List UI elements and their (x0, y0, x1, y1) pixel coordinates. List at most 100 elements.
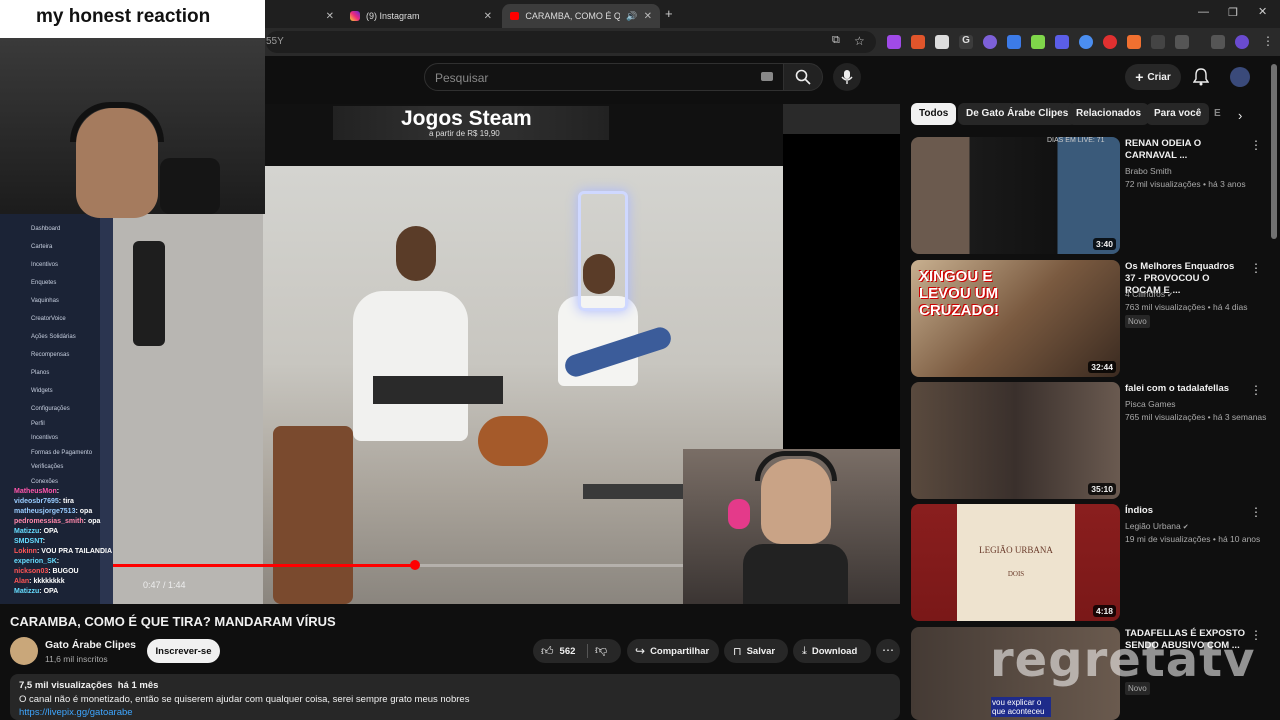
reaction-webcam (0, 38, 265, 218)
channel-name[interactable]: Gato Árabe Clipes (45, 639, 136, 651)
chat-message: Lokinn: VOU PRA TAILANDIA (14, 547, 194, 557)
dashboard-menu-item[interactable]: Conexões (31, 479, 58, 485)
subscribe-button[interactable]: Inscrever-se (147, 639, 220, 663)
recommended-title[interactable]: falei com o tadalafellas (1125, 383, 1245, 395)
dashboard-menu-item[interactable]: CreatorVoice (31, 316, 66, 322)
search-input[interactable]: Pesquisar (424, 63, 784, 91)
keyboard-icon[interactable] (761, 72, 773, 81)
dashboard-menu-item[interactable]: Enquetes (31, 280, 56, 286)
dashboard-menu-item[interactable]: Incentivos (31, 435, 58, 441)
filter-chip[interactable]: E (1206, 103, 1226, 125)
minimize-button[interactable]: — (1198, 6, 1209, 18)
extension-icon[interactable] (1079, 35, 1093, 49)
chat-username: MatheusMon (14, 488, 57, 495)
extension-icon[interactable] (1055, 35, 1069, 49)
dashboard-menu-item[interactable]: Vaquinhas (31, 298, 59, 304)
tab-instagram[interactable]: (9) Instagram ✕ (342, 4, 500, 28)
like-button[interactable]: 👍︎ 562 (533, 639, 586, 663)
dashboard-menu-item[interactable]: Recompensas (31, 352, 69, 358)
chat-text: OPA (43, 528, 59, 535)
more-options-icon[interactable]: ⋮ (1250, 261, 1262, 275)
close-window-button[interactable]: ✕ (1258, 5, 1267, 18)
more-options-icon[interactable]: ⋮ (1250, 383, 1262, 397)
extension-icon[interactable] (1103, 35, 1117, 49)
recommended-thumbnail[interactable]: XINGOU E LEVOU UM CRUZADO! 32:44 (911, 260, 1120, 377)
dashboard-menu-item[interactable]: Ações Solidárias (31, 334, 76, 340)
maximize-button[interactable]: ❐ (1228, 6, 1238, 19)
thumbs-up-icon: 👍︎ (541, 643, 554, 658)
recommended-channel[interactable]: Pisca Games (1125, 398, 1176, 411)
google-icon[interactable]: G (959, 35, 973, 49)
reactor-headphones (70, 102, 164, 142)
profile-avatar[interactable] (1235, 35, 1249, 49)
dashboard-menu-item[interactable]: Formas de Pagamento (31, 450, 92, 456)
recommended-channel[interactable]: Legião Urbana ✔ (1125, 520, 1189, 534)
dashboard-menu-item[interactable]: Widgets (31, 388, 53, 394)
extension-icon[interactable] (887, 35, 901, 49)
share-button[interactable]: ↪ Compartilhar (627, 639, 719, 663)
create-button[interactable]: + Criar (1125, 64, 1181, 90)
dashboard-menu-item[interactable]: Planos (31, 370, 49, 376)
more-options-icon[interactable]: ⋮ (1250, 505, 1262, 519)
extension-icon[interactable] (1007, 35, 1021, 49)
extension-icon[interactable] (911, 35, 925, 49)
browser-menu-icon[interactable]: ⋮ (1262, 34, 1274, 48)
extension-icon[interactable] (935, 35, 949, 49)
channel-avatar[interactable] (10, 637, 38, 665)
dashboard-menu-item[interactable]: Incentivos (31, 262, 58, 268)
close-tab-icon[interactable]: ✕ (644, 11, 652, 22)
close-tab-icon[interactable]: ✕ (484, 11, 492, 22)
save-button[interactable]: ⊓ Salvar (724, 639, 788, 663)
filter-chip[interactable]: Todos (911, 103, 957, 125)
recommended-thumbnail[interactable]: LEGIÃO URBANA DOIS 4:18 (911, 504, 1120, 621)
tab-youtube-active[interactable]: CARAMBA, COMO É QUE TI 🔊 ✕ (502, 4, 660, 28)
more-options-icon[interactable]: ⋮ (1250, 138, 1262, 152)
recommended-title[interactable]: Índios (1125, 505, 1245, 517)
new-tab-button[interactable]: + (665, 6, 673, 21)
filter-chip[interactable]: De Gato Árabe Clipes (958, 103, 1077, 125)
page-scrollbar[interactable] (1271, 64, 1277, 239)
download-button[interactable]: ⤓ Download (793, 639, 871, 663)
recommended-thumbnail[interactable]: 35:10 (911, 382, 1120, 499)
chips-next-icon[interactable]: › (1238, 108, 1242, 123)
extension-icon[interactable] (1031, 35, 1045, 49)
more-actions-button[interactable]: ⋯ (876, 639, 900, 663)
extension-icon[interactable] (983, 35, 997, 49)
notifications-button[interactable] (1192, 68, 1210, 91)
recommended-channel[interactable]: Brabo Smith (1125, 165, 1172, 178)
audio-icon[interactable]: 🔊 (626, 11, 637, 22)
dashboard-menu-item[interactable]: Configurações (31, 406, 70, 412)
voice-search-button[interactable] (833, 63, 861, 91)
address-bar[interactable]: 55Y ⧉ ☆ (266, 31, 876, 53)
extension-icon[interactable] (1127, 35, 1141, 49)
recommended-views: 763 mil visualizações • há 4 dias (1125, 302, 1248, 312)
bookmark-star-icon[interactable]: ☆ (854, 34, 865, 48)
chat-message: pedromessias_smith: opa (14, 517, 194, 527)
plus-icon: + (1135, 69, 1144, 85)
user-avatar[interactable] (1230, 67, 1250, 87)
dashboard-menu-item[interactable]: Dashboard (31, 226, 60, 232)
filter-chip[interactable]: Relacionados (1068, 103, 1150, 125)
thumbs-down-icon[interactable]: 👎︎ (595, 643, 607, 658)
thumbnail-text: XINGOU E LEVOU UM CRUZADO! (919, 268, 999, 319)
recommended-title[interactable]: RENAN ODEIA O CARNAVAL ... (1125, 138, 1245, 162)
media-icon[interactable] (1211, 35, 1225, 49)
close-tab-icon[interactable]: ✕ (326, 11, 334, 22)
install-icon[interactable]: ⧉ (832, 34, 840, 47)
embedded-banner-area: Jogos Steam a partir de R$ 19,90 (265, 104, 783, 166)
search-button[interactable] (783, 63, 823, 91)
recommended-channel[interactable]: 4 Cilindros ✔ (1125, 288, 1173, 302)
filter-chip[interactable]: Para você (1146, 103, 1210, 125)
recommended-thumbnail[interactable]: DIAS EM LIVE: 71 3:40 (911, 137, 1120, 254)
time-display: 0:47 / 1:44 (143, 580, 186, 590)
tab-previous[interactable]: ✕ (267, 4, 342, 28)
progress-scrubber[interactable] (409, 560, 420, 570)
like-dislike-group: 👍︎ 562 👎︎ (533, 639, 621, 663)
dashboard-menu-item[interactable]: Carteira (31, 244, 52, 250)
description-link[interactable]: https://livepix.gg/gatoarabe (19, 707, 133, 718)
extension-icon[interactable] (1151, 35, 1165, 49)
dashboard-menu-item[interactable]: Perfil (31, 421, 45, 427)
description-box[interactable]: 7,5 mil visualizações há 1 mês O canal n… (10, 674, 900, 720)
dashboard-menu-item[interactable]: Verificações (31, 464, 63, 470)
puzzle-icon[interactable] (1175, 35, 1189, 49)
